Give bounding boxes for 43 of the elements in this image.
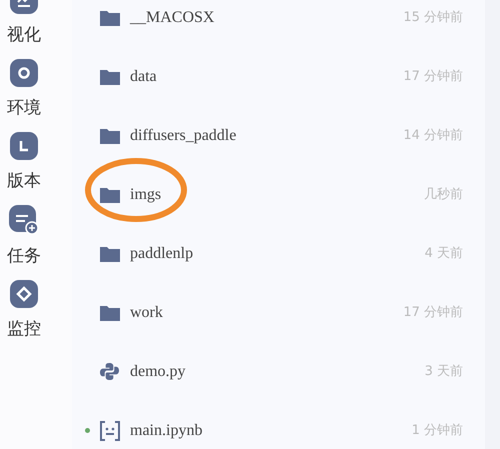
modified-time: 1 分钟前 [412, 422, 463, 440]
modified-time: 14 分钟前 [403, 126, 463, 145]
modified-time: 15 分钟前 [403, 8, 463, 27]
file-row[interactable]: main.ipynb 1 分钟前 [72, 401, 485, 449]
modified-time: 4 天前 [424, 244, 463, 263]
sidebar-label: 监控 [7, 318, 41, 341]
sidebar-label: 视化 [7, 24, 41, 47]
sidebar-nav-item[interactable] [10, 280, 38, 308]
notebook-icon [100, 420, 120, 440]
sidebar-nav-item[interactable] [9, 205, 39, 235]
sidebar-label: 环境 [7, 97, 41, 120]
modified-time: 17 分钟前 [403, 68, 463, 86]
python-icon [100, 362, 119, 381]
sidebar-nav-item[interactable] [10, 132, 38, 160]
corner-icon [10, 132, 38, 160]
modified-time: 3 天前 [424, 362, 463, 381]
file-row[interactable]: work 17 分钟前 [72, 283, 485, 342]
file-name: work [130, 302, 163, 322]
sidebar-label: 版本 [7, 170, 41, 193]
file-row[interactable]: paddlenlp 4 天前 [72, 224, 485, 283]
file-name: paddlenlp [130, 244, 194, 264]
file-row[interactable]: data 17 分钟前 [72, 47, 485, 106]
file-name: imgs [130, 184, 162, 204]
folder-icon [100, 304, 120, 320]
sidebar-nav-item[interactable] [10, 59, 38, 87]
sidebar-label: 任务 [7, 245, 41, 268]
file-row[interactable]: diffusers_paddle 14 分钟前 [72, 106, 485, 165]
file-name: demo.py [130, 362, 186, 382]
modified-time: 17 分钟前 [403, 304, 463, 322]
folder-icon [100, 10, 120, 26]
folder-icon [100, 246, 120, 262]
file-name: data [130, 66, 157, 86]
list-add-icon [9, 205, 39, 235]
file-row[interactable]: __MACOSX 15 分钟前 [72, 0, 485, 47]
folder-icon [100, 68, 120, 84]
file-name: diffusers_paddle [130, 126, 236, 146]
file-row[interactable]: demo.py 3 天前 [72, 342, 485, 401]
file-name: main.ipynb [130, 420, 202, 440]
modified-time: 几秒前 [424, 186, 463, 204]
file-name: __MACOSX [130, 8, 214, 28]
folder-icon [100, 186, 120, 202]
file-row[interactable]: imgs 几秒前 [72, 165, 485, 224]
folder-icon [100, 128, 120, 144]
